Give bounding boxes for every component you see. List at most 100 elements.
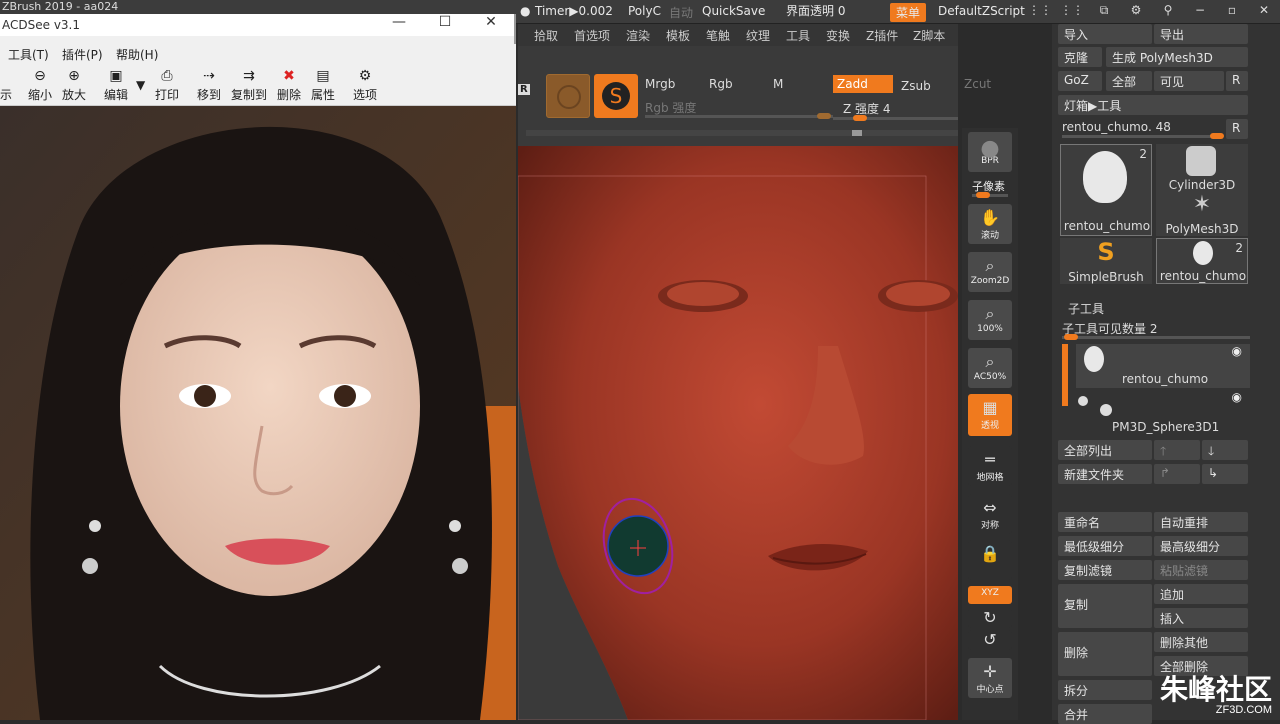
- zoom-in-button[interactable]: ⊕ 放大: [62, 68, 86, 103]
- tool-thumb-rentou-2[interactable]: 2 rentou_chumo: [1156, 238, 1248, 284]
- insert-button[interactable]: 插入: [1154, 608, 1248, 628]
- frame-center-button[interactable]: ✛ 中心点: [968, 658, 1012, 698]
- zsub-toggle[interactable]: Zsub: [901, 79, 931, 93]
- merge-button[interactable]: 合并: [1058, 704, 1152, 724]
- sculpt-canvas[interactable]: [518, 146, 958, 720]
- eye-icon[interactable]: ◉: [1232, 390, 1242, 404]
- menu-item-zscript[interactable]: Z脚本: [913, 27, 945, 44]
- tool-thumb-cylinder[interactable]: Cylinder3D: [1156, 144, 1248, 192]
- visible-count-slider[interactable]: [1062, 334, 1250, 340]
- zcut-toggle[interactable]: Zcut: [964, 77, 991, 91]
- clone-button[interactable]: 克隆: [1058, 47, 1102, 67]
- bpr-button[interactable]: ● BPR: [968, 132, 1012, 172]
- menu-item-stroke[interactable]: 笔触: [706, 27, 730, 44]
- z-intensity-slider[interactable]: [833, 115, 958, 121]
- new-folder-button[interactable]: 新建文件夹: [1058, 464, 1152, 484]
- visible-button[interactable]: 可见: [1154, 71, 1224, 91]
- zoom100-button[interactable]: ⌕ 100%: [968, 300, 1012, 340]
- move-to-button[interactable]: ⇢ 移到: [197, 68, 221, 103]
- r-button[interactable]: R: [1226, 71, 1248, 91]
- shelf-scrollbar[interactable]: [526, 130, 958, 136]
- menu-item-tools[interactable]: 工具(T): [8, 46, 49, 63]
- menu-item-template[interactable]: 模板: [666, 27, 690, 44]
- paste-filter-button[interactable]: 粘贴滤镜: [1154, 560, 1248, 580]
- folder-up-button[interactable]: ↱: [1154, 464, 1200, 484]
- eye-icon[interactable]: ◉: [1232, 344, 1242, 358]
- layout-icon[interactable]: ⋮⋮: [1056, 3, 1088, 18]
- y-rotate-button[interactable]: ↻: [968, 608, 1012, 628]
- make-polymesh-button[interactable]: 生成 PolyMesh3D: [1106, 47, 1248, 67]
- subtool-scrollbar[interactable]: [1062, 344, 1068, 406]
- zoom-out-button[interactable]: ⊖ 缩小: [28, 68, 52, 103]
- highest-subdiv-button[interactable]: 最高级细分: [1154, 536, 1248, 556]
- properties-button[interactable]: ▤ 属性: [311, 68, 335, 103]
- menu-item-pick[interactable]: 拾取: [534, 27, 558, 44]
- scroll-button[interactable]: ✋ 滚动: [968, 204, 1012, 244]
- menu-item-help[interactable]: 帮助(H): [116, 46, 158, 63]
- user-icon[interactable]: ⚲: [1152, 3, 1184, 18]
- menu-item-preferences[interactable]: 首选项: [574, 27, 610, 44]
- close-icon[interactable]: ✕: [1248, 3, 1280, 18]
- slider-knob[interactable]: [1064, 334, 1078, 340]
- append-button[interactable]: 追加: [1154, 584, 1248, 604]
- xyz-rotate-button[interactable]: XYZ: [968, 586, 1012, 604]
- delete-other-button[interactable]: 删除其他: [1154, 632, 1248, 652]
- options-button[interactable]: ⚙ 选项: [353, 68, 377, 103]
- interface-transparency-slider[interactable]: 界面透明 0: [786, 2, 845, 19]
- minimize-icon[interactable]: −: [1184, 3, 1216, 18]
- slider-knob[interactable]: [853, 115, 867, 121]
- m-toggle[interactable]: M: [773, 77, 783, 91]
- perspective-button[interactable]: ▦ 透视: [968, 394, 1012, 436]
- copy-to-button[interactable]: ⇉ 复制到: [231, 68, 267, 103]
- copy-icon[interactable]: ⧉: [1088, 3, 1120, 18]
- brush-button[interactable]: S: [594, 74, 638, 118]
- rename-button[interactable]: 重命名: [1058, 512, 1152, 532]
- maximize-icon[interactable]: ☐: [422, 14, 468, 30]
- menu-item-tool[interactable]: 工具: [786, 27, 810, 44]
- split-button[interactable]: 拆分: [1058, 680, 1152, 700]
- tool-thumb-polymesh[interactable]: ✶ PolyMesh3D: [1156, 192, 1248, 236]
- layout-icon[interactable]: ⋮⋮: [1024, 3, 1056, 18]
- folder-down-button[interactable]: ↳: [1202, 464, 1248, 484]
- local-symmetry-button[interactable]: 🔒: [968, 540, 1012, 580]
- print-button[interactable]: ⎙ 打印: [155, 68, 179, 103]
- menu-toggle-button[interactable]: 菜单: [890, 3, 927, 22]
- z-rotate-button[interactable]: ↺: [968, 630, 1012, 650]
- symmetry-button[interactable]: ⇔ 对称: [968, 494, 1012, 534]
- import-button[interactable]: 导入: [1058, 24, 1152, 44]
- delete-button[interactable]: ✖ 删除: [277, 68, 301, 103]
- menu-item-render[interactable]: 渲染: [626, 27, 650, 44]
- subpixel-slider[interactable]: [972, 192, 1008, 198]
- floor-grid-button[interactable]: ═ 地网格: [968, 446, 1012, 486]
- all-button[interactable]: 全部: [1106, 71, 1152, 91]
- export-button[interactable]: 导出: [1154, 24, 1248, 44]
- r-button[interactable]: R: [1226, 119, 1248, 139]
- menu-item-transform[interactable]: 变换: [826, 27, 850, 44]
- ac50-button[interactable]: ⌕ AC50%: [968, 348, 1012, 388]
- list-all-button[interactable]: 全部列出: [1058, 440, 1152, 460]
- zadd-toggle[interactable]: Zadd: [833, 75, 893, 93]
- goz-button[interactable]: GoZ: [1058, 71, 1102, 91]
- move-down-button[interactable]: 🡓: [1202, 440, 1248, 460]
- tool-thumb-simplebrush[interactable]: S SimpleBrush: [1060, 238, 1152, 284]
- show-button[interactable]: 示: [0, 86, 12, 103]
- minimize-icon[interactable]: —: [376, 14, 422, 30]
- lowest-subdiv-button[interactable]: 最低级细分: [1058, 536, 1152, 556]
- slider-knob[interactable]: [1210, 133, 1224, 139]
- restore-icon[interactable]: ▫: [1216, 3, 1248, 18]
- close-icon[interactable]: ✕: [468, 14, 514, 30]
- slider-knob[interactable]: [976, 192, 990, 198]
- menu-item-texture[interactable]: 纹理: [746, 27, 770, 44]
- default-zscript-button[interactable]: DefaultZScript: [938, 4, 1025, 18]
- move-up-button[interactable]: 🡑: [1154, 440, 1200, 460]
- quicksave-button[interactable]: QuickSave: [702, 4, 765, 18]
- current-tool-slider[interactable]: rentou_chumo. 48: [1062, 120, 1171, 134]
- copy-filter-button[interactable]: 复制滤镜: [1058, 560, 1152, 580]
- zoom2d-button[interactable]: ⌕ Zoom2D: [968, 252, 1012, 292]
- subtool-section-title[interactable]: 子工具: [1068, 300, 1104, 317]
- delete-button[interactable]: 删除: [1058, 632, 1152, 676]
- rgb-toggle[interactable]: Rgb: [709, 77, 733, 91]
- menu-item-plugins[interactable]: 插件(P): [62, 46, 103, 63]
- auto-reorder-button[interactable]: 自动重排: [1154, 512, 1248, 532]
- subtool-row-sphere[interactable]: ◉ PM3D_Sphere3D1: [1076, 390, 1250, 434]
